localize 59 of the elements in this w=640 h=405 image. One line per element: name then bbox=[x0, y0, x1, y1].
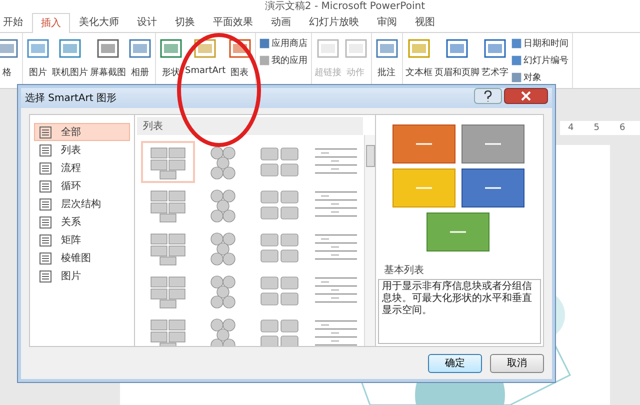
dialog-title: 选择 SmartArt 图形 bbox=[25, 92, 116, 105]
ribbon-button[interactable]: 日期和时间 bbox=[510, 35, 570, 52]
ribbon-tab[interactable]: 设计 bbox=[128, 12, 166, 32]
category-icon bbox=[39, 234, 52, 246]
ribbon-button[interactable]: 格 bbox=[0, 35, 20, 81]
ribbon-button[interactable]: 联机图片 bbox=[51, 35, 89, 81]
close-icon[interactable] bbox=[504, 88, 548, 104]
scrollbar[interactable] bbox=[364, 135, 375, 346]
ribbon-button[interactable]: 应用商店 bbox=[258, 35, 309, 52]
category-icon bbox=[39, 144, 52, 156]
ribbon-tab[interactable]: 开始 bbox=[0, 12, 32, 32]
ribbon-button[interactable]: 幻灯片编号 bbox=[510, 52, 570, 69]
preview-title: 基本列表 bbox=[383, 264, 425, 278]
help-icon[interactable] bbox=[474, 88, 502, 104]
ribbon-button[interactable]: 页眉和页脚 bbox=[434, 35, 481, 81]
category-item[interactable]: 棱锥图 bbox=[34, 249, 130, 267]
ribbon-tab[interactable]: 切换 bbox=[166, 12, 204, 32]
ribbon-tab[interactable]: 视图 bbox=[406, 12, 444, 32]
ribbon-tab[interactable]: 审阅 bbox=[368, 12, 406, 32]
dialog-button[interactable]: 取消 bbox=[490, 354, 544, 372]
category-item[interactable]: 循环 bbox=[34, 177, 130, 195]
ruler-number: 5 bbox=[594, 123, 600, 133]
ribbon-button[interactable]: 艺术字 bbox=[480, 35, 510, 81]
ribbon-button[interactable]: 图片 bbox=[25, 35, 51, 81]
ruler-number: 4 bbox=[568, 123, 574, 133]
category-item[interactable]: 图片 bbox=[34, 267, 130, 285]
category-item[interactable]: 关系 bbox=[34, 213, 130, 231]
ribbon-tab[interactable]: 美化大师 bbox=[70, 12, 128, 32]
ribbon-button[interactable]: 相册 bbox=[127, 35, 153, 81]
category-item[interactable]: 流程 bbox=[34, 159, 130, 177]
category-icon bbox=[39, 162, 52, 174]
dialog-button[interactable]: 确定 bbox=[428, 354, 482, 372]
ribbon-button[interactable]: 文本框 bbox=[404, 35, 434, 81]
layout-description: 用于显示非有序信息块或者分组信息块。可最大化形状的水平和垂直显示空间。 bbox=[378, 279, 541, 344]
category-item[interactable]: 矩阵 bbox=[34, 231, 130, 249]
ribbon-button[interactable]: 屏幕截图 bbox=[89, 35, 127, 81]
ribbon-tab[interactable]: 平面效果 bbox=[204, 12, 262, 32]
category-item[interactable]: 层次结构 bbox=[34, 195, 130, 213]
ribbon-tab[interactable]: 插入 bbox=[32, 13, 70, 33]
category-icon bbox=[39, 252, 52, 264]
category-icon bbox=[39, 198, 52, 210]
ribbon-button[interactable]: 图表 bbox=[226, 35, 253, 81]
category-icon bbox=[39, 270, 52, 282]
category-item[interactable]: 列表 bbox=[34, 141, 130, 159]
ruler-number: 6 bbox=[619, 123, 626, 133]
category-icon bbox=[39, 126, 52, 138]
window-title: 演示文稿2 - Microsoft PowerPoint bbox=[264, 0, 425, 13]
ribbon-button[interactable]: 形状 bbox=[158, 35, 184, 81]
ribbon-tab[interactable]: 动画 bbox=[262, 12, 300, 32]
gallery-heading: 列表 bbox=[137, 117, 363, 135]
ribbon-button[interactable]: 对象 bbox=[510, 69, 570, 86]
category-icon bbox=[39, 180, 52, 192]
ribbon-button[interactable]: 批注 bbox=[374, 35, 400, 81]
category-icon bbox=[39, 216, 52, 228]
ribbon-button[interactable]: SmartArt bbox=[184, 35, 227, 78]
layout-thumbnail[interactable] bbox=[141, 141, 195, 183]
category-item[interactable]: 全部 bbox=[34, 123, 130, 141]
ribbon-tab[interactable]: 幻灯片放映 bbox=[300, 12, 368, 32]
ribbon-button[interactable]: 我的应用 bbox=[258, 52, 309, 69]
